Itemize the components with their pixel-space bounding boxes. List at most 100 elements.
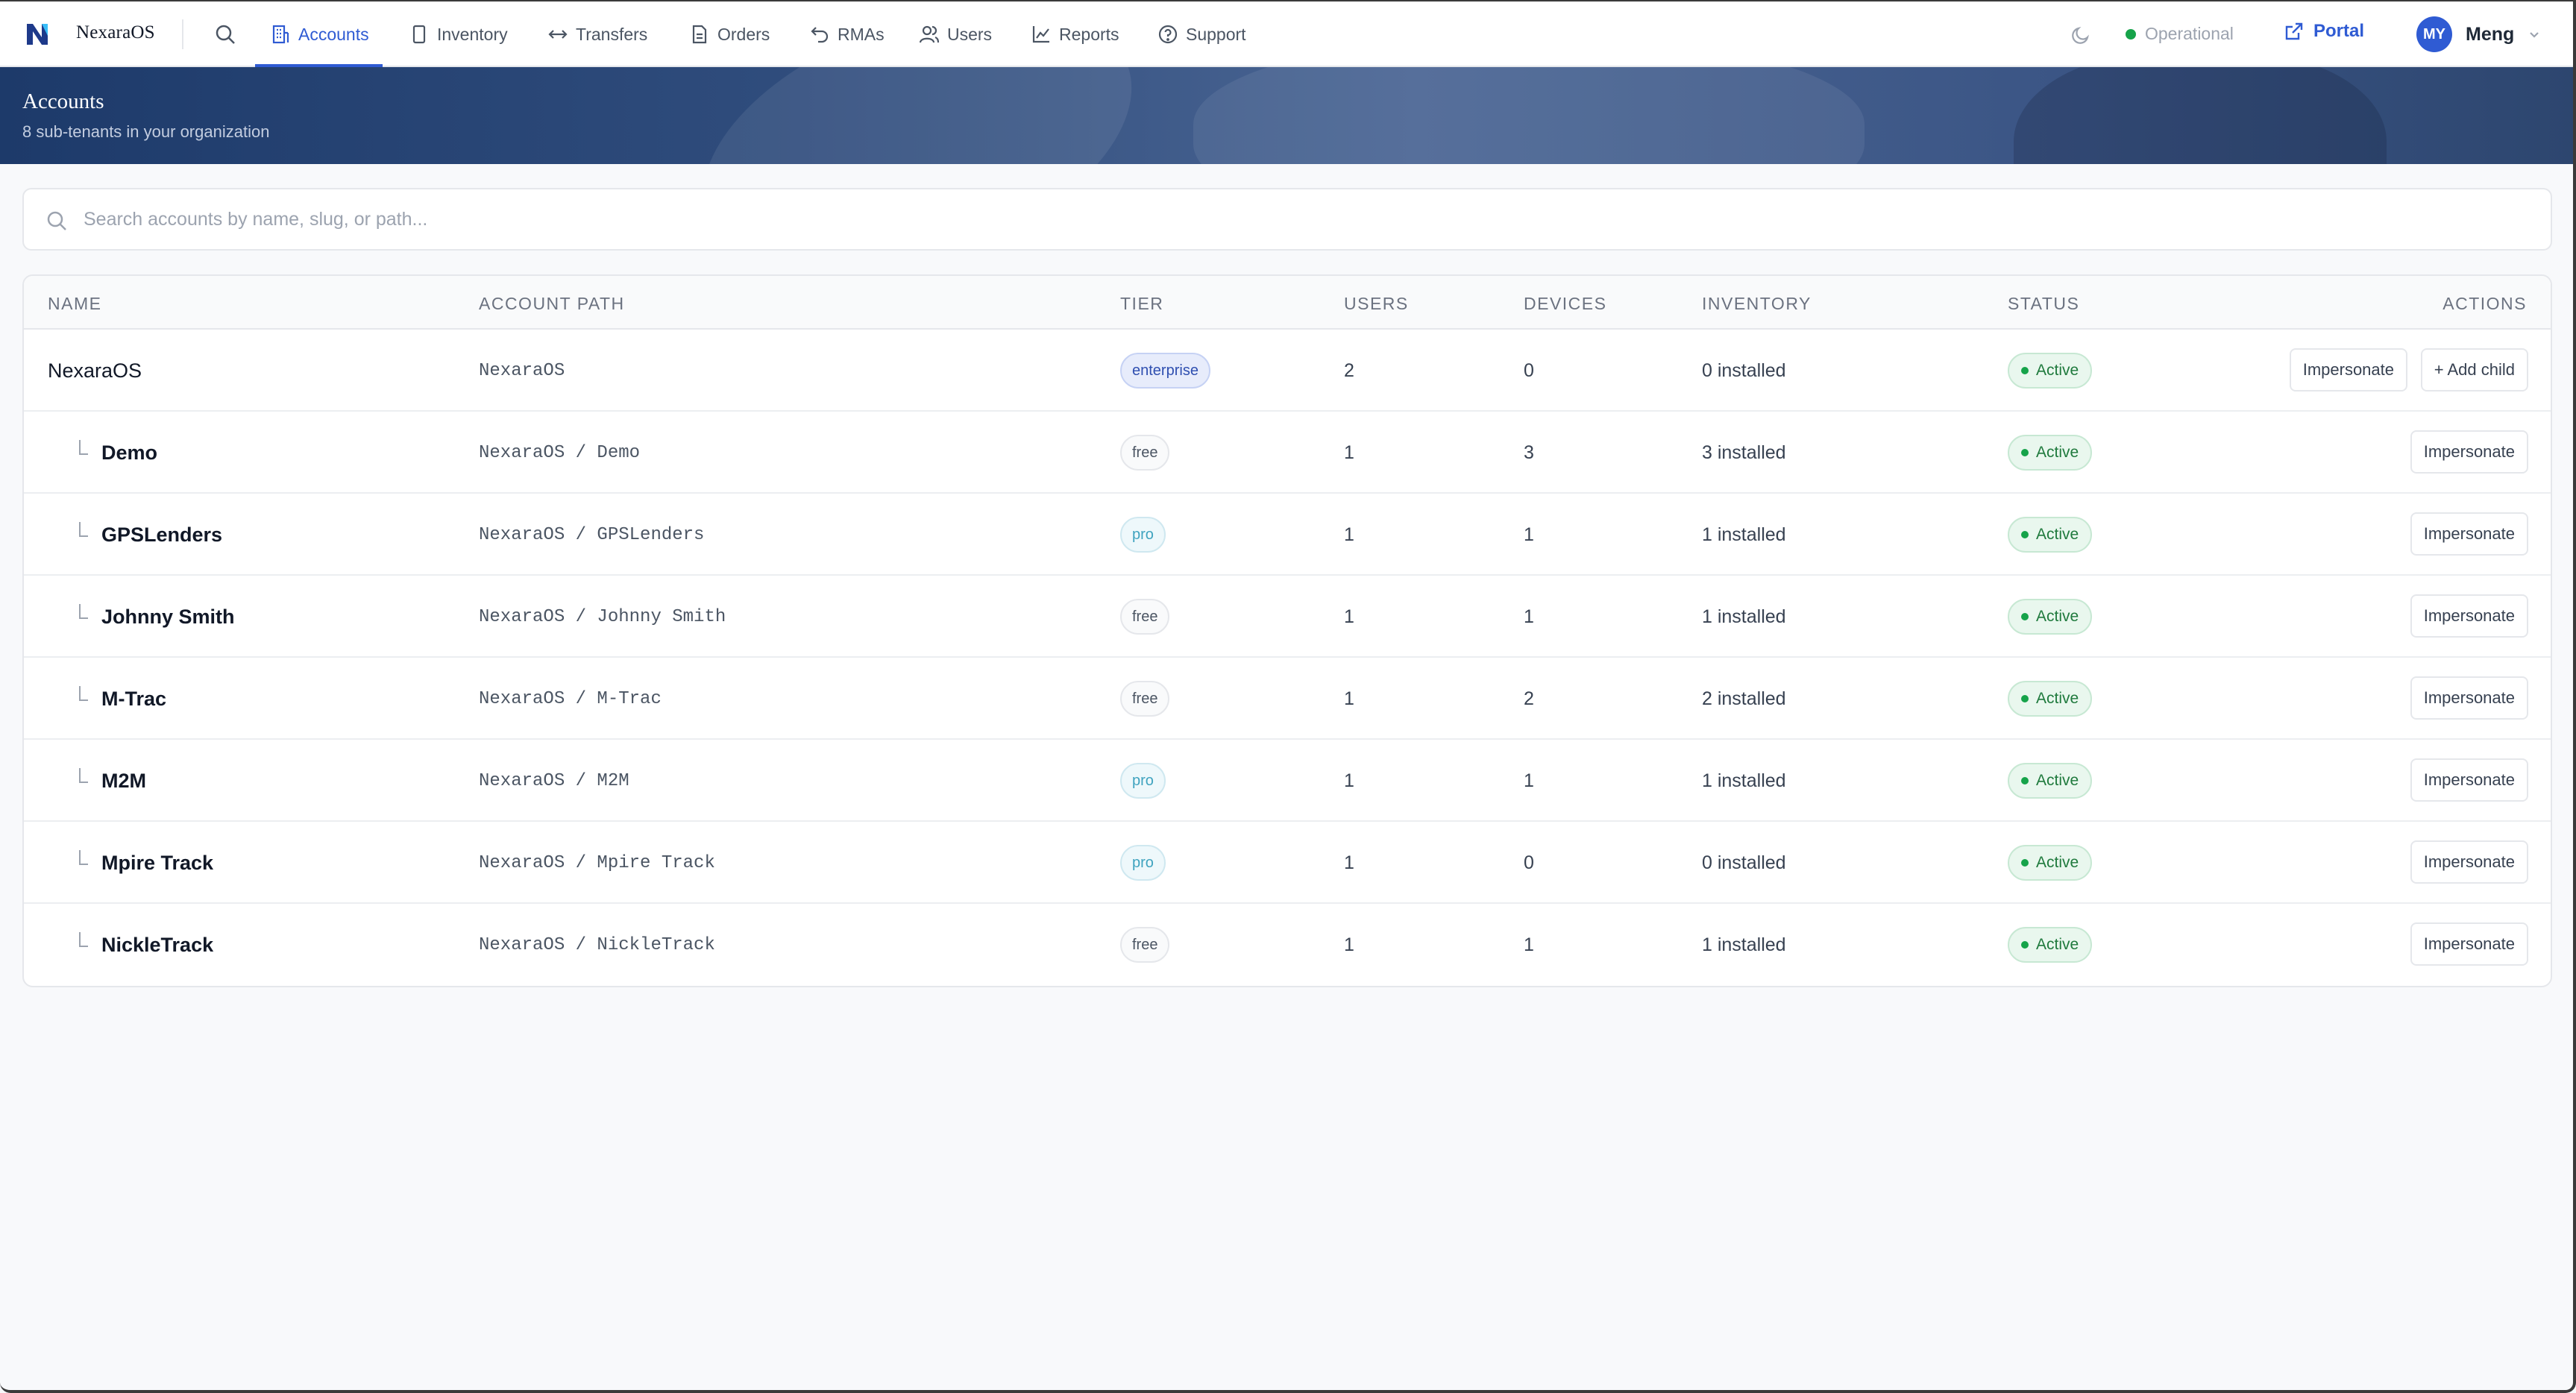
brand-logo-icon[interactable] [24, 21, 51, 48]
tier-cell: enterprise [1120, 330, 1210, 412]
account-name: NickleTrack [101, 933, 214, 956]
document-icon [692, 25, 707, 44]
account-name: GPSLenders [101, 523, 223, 546]
impersonate-button[interactable]: Impersonate [2410, 840, 2528, 884]
status-dot [2126, 28, 2136, 40]
inventory-count: 1 installed [1702, 934, 1786, 955]
users-count: 2 [1344, 359, 1354, 381]
transfer-arrows-icon [548, 30, 568, 39]
tree-connector [79, 686, 88, 701]
account-path: NexaraOS / GPSLenders [479, 524, 705, 545]
tree-connector [79, 850, 88, 865]
status-badge: Active [2008, 681, 2093, 717]
brand-name: NexaraOS [76, 22, 155, 43]
search-icon[interactable] [213, 22, 237, 46]
account-path: NexaraOS / Johnny Smith [479, 606, 726, 627]
banner-decoration [666, 67, 1169, 164]
nav-item-reports[interactable]: Reports [1031, 1, 1119, 67]
column-header-actions: ACTIONS [2443, 294, 2527, 313]
account-name: Demo [101, 441, 158, 464]
status-text: Active [2036, 690, 2079, 707]
tier-badge: free [1120, 599, 1170, 635]
nav-item-users[interactable]: Users [919, 1, 992, 67]
status-dot [2021, 695, 2029, 702]
devices-count: 2 [1524, 688, 1534, 709]
account-path: NexaraOS / Demo [479, 442, 641, 463]
impersonate-button[interactable]: Impersonate [2410, 512, 2528, 556]
nav-item-orders[interactable]: Orders [689, 1, 770, 67]
table-row: M2M NexaraOS / M2M pro 1 1 1 installed Active I… [24, 740, 2551, 822]
account-name: Johnny Smith [101, 605, 235, 628]
impersonate-button[interactable]: Impersonate [2410, 758, 2528, 802]
tier-cell: pro [1120, 494, 1166, 576]
status-dot [2021, 859, 2029, 867]
user-name: Meng [2466, 23, 2515, 45]
status-text: Active [2036, 854, 2079, 871]
nav-item-rmas[interactable]: RMAs [809, 1, 885, 67]
nav-label-orders: Orders [717, 24, 770, 44]
building-icon [272, 25, 289, 44]
table-row: GPSLenders NexaraOS / GPSLenders pro 1 1 1 in… [24, 494, 2551, 576]
users-count: 1 [1344, 441, 1354, 463]
impersonate-button[interactable]: Impersonate [2410, 594, 2528, 638]
nav-item-inventory[interactable]: Inventory [409, 1, 508, 67]
tree-connector [79, 768, 88, 783]
status-dot [2021, 941, 2029, 949]
tier-badge: free [1120, 435, 1170, 471]
inventory-count: 1 installed [1702, 606, 1786, 627]
nav-label-users: Users [947, 24, 993, 44]
tree-connector [79, 440, 88, 455]
tier-badge: enterprise [1120, 353, 1210, 389]
status-text: Active [2036, 608, 2079, 625]
app-window: NexaraOS Accounts Inventory Transfers Or… [0, 0, 2576, 1393]
search-icon [47, 211, 66, 230]
nav-item-support[interactable]: Support [1157, 1, 1246, 67]
account-name: Mpire Track [101, 851, 214, 874]
tier-badge: free [1120, 681, 1170, 717]
impersonate-button[interactable]: Impersonate [2410, 430, 2528, 474]
users-count: 1 [1344, 770, 1354, 791]
moon-icon[interactable] [2070, 24, 2092, 46]
portal-link[interactable]: Portal [2284, 21, 2364, 42]
status-text: Active [2036, 772, 2079, 789]
impersonate-button[interactable]: Impersonate [2410, 922, 2528, 966]
nav-item-accounts[interactable]: Accounts [255, 1, 383, 67]
status-text: Active [2036, 936, 2079, 953]
impersonate-button[interactable]: Impersonate [2410, 676, 2528, 720]
status-dot [2021, 777, 2029, 784]
inventory-count: 2 installed [1702, 688, 1786, 709]
devices-count: 1 [1524, 934, 1534, 955]
users-count: 1 [1344, 688, 1354, 709]
account-path: NexaraOS [479, 360, 565, 381]
status-cell: Active [2008, 576, 2093, 658]
tier-badge: pro [1120, 845, 1166, 881]
tree-connector [79, 932, 88, 947]
page-title: Accounts [22, 89, 104, 113]
devices-count: 1 [1524, 606, 1534, 627]
tier-cell: free [1120, 904, 1170, 986]
impersonate-button[interactable]: Impersonate [2289, 348, 2407, 392]
banner-decoration [1193, 67, 1865, 164]
status-cell: Active [2008, 740, 2093, 822]
tree-connector [79, 522, 88, 537]
page-subtitle: 8 sub-tenants in your organization [22, 122, 270, 141]
users-count: 1 [1344, 852, 1354, 873]
column-header-tier: TIER [1120, 294, 1164, 313]
devices-count: 0 [1524, 852, 1534, 873]
add-child-button[interactable]: + Add child [2420, 348, 2528, 392]
status-text: Active [2036, 444, 2079, 461]
avatar: MY [2416, 16, 2452, 52]
nav-label-transfers: Transfers [576, 24, 648, 44]
nav-item-transfers[interactable]: Transfers [547, 1, 647, 67]
status-badge: Active [2008, 927, 2093, 963]
table-row: Johnny Smith NexaraOS / Johnny Smith free 1… [24, 576, 2551, 658]
inventory-count: 0 installed [1702, 852, 1786, 873]
tier-badge: pro [1120, 517, 1166, 553]
user-menu[interactable]: MY Meng [2416, 16, 2541, 52]
accounts-table: NAME ACCOUNT PATH TIER USERS DEVICES INV… [22, 274, 2552, 987]
status-cell: Active [2008, 330, 2093, 412]
account-path: NexaraOS / M-Trac [479, 688, 662, 709]
search-input[interactable] [84, 189, 2530, 249]
devices-count: 3 [1524, 441, 1534, 463]
status-badge: Active [2008, 435, 2093, 471]
